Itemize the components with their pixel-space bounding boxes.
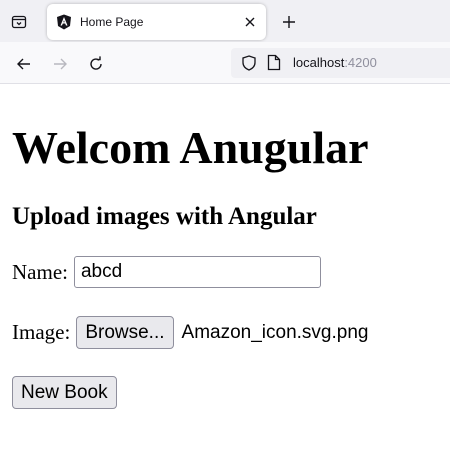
page-icon[interactable] — [267, 54, 283, 72]
url-text[interactable]: localhost:4200 — [293, 55, 377, 70]
name-label: Name: — [12, 259, 68, 284]
new-tab-button[interactable] — [278, 11, 300, 33]
plus-icon — [283, 16, 295, 28]
tab-list-button[interactable] — [6, 9, 32, 35]
angular-logo-icon — [56, 14, 72, 30]
reload-button[interactable] — [85, 53, 107, 75]
browser-tab[interactable]: Home Page — [47, 4, 266, 40]
new-book-button[interactable]: New Book — [12, 376, 117, 409]
page-subheading: Upload images with Angular — [12, 203, 317, 230]
url-port: :4200 — [344, 55, 377, 70]
submit-row: New Book — [12, 376, 438, 409]
page-heading: Welcom Anugular — [12, 122, 369, 173]
tab-close-button[interactable] — [240, 12, 260, 32]
address-bar[interactable]: localhost:4200 — [231, 48, 450, 78]
image-row: Image: Browse... Amazon_icon.svg.png — [12, 316, 438, 349]
back-button[interactable] — [13, 53, 35, 75]
page-content: Welcom Anugular Upload images with Angul… — [0, 122, 450, 409]
forward-arrow-icon — [54, 58, 67, 70]
close-icon — [245, 17, 255, 27]
tab-list-icon — [11, 15, 27, 29]
image-label: Image: — [12, 320, 71, 344]
tab-title: Home Page — [80, 15, 144, 29]
name-row: Name: — [12, 256, 438, 288]
back-arrow-icon — [17, 58, 30, 70]
browse-button[interactable]: Browse... — [76, 316, 174, 349]
forward-button[interactable] — [49, 53, 71, 75]
tab-strip: Home Page — [0, 0, 450, 42]
url-host: localhost — [293, 55, 345, 70]
selected-file-name: Amazon_icon.svg.png — [181, 321, 369, 343]
reload-icon — [90, 56, 102, 70]
navigation-bar: localhost:4200 — [0, 42, 450, 84]
shield-icon[interactable] — [241, 55, 257, 71]
name-input[interactable] — [73, 256, 321, 288]
